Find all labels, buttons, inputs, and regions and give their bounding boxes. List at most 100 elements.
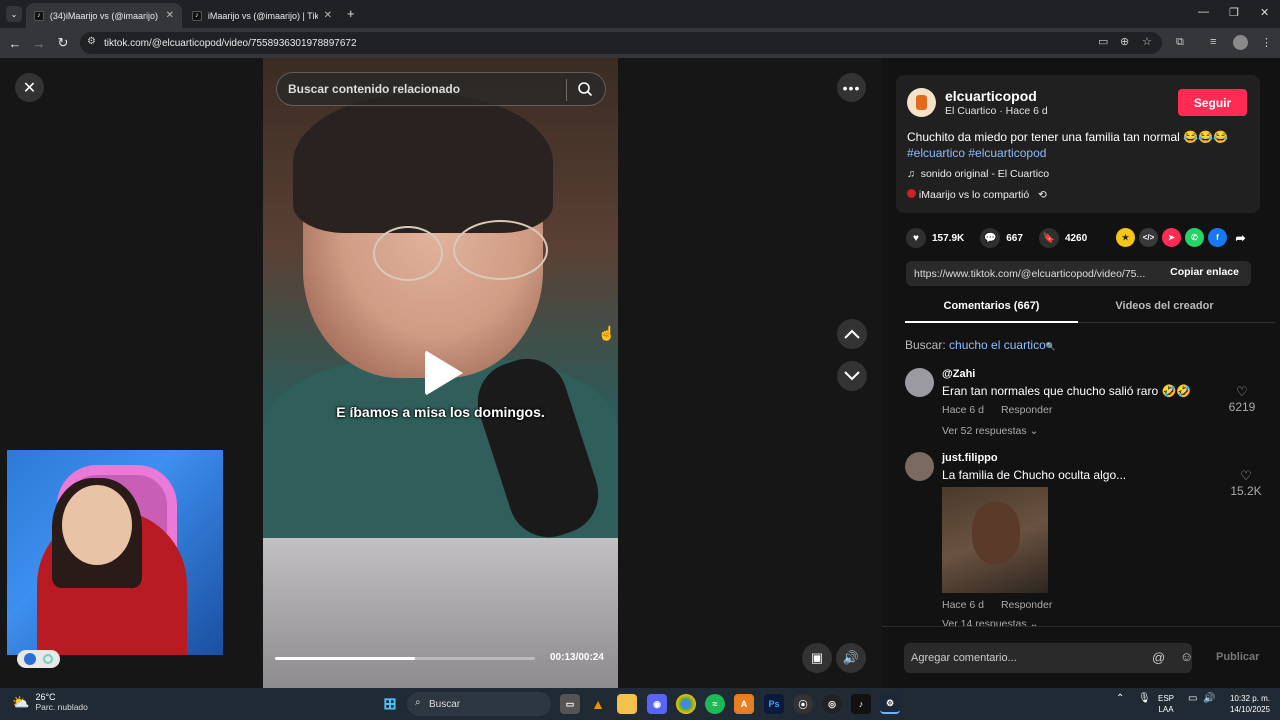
- comment-like[interactable]: ♡ 15.2K: [1229, 468, 1263, 498]
- view-replies-button[interactable]: Ver 52 respuestas ⌄: [942, 425, 1038, 437]
- bookmark-icon[interactable]: 🔖: [1038, 228, 1059, 248]
- obs-icon[interactable]: ◎: [822, 694, 842, 714]
- comment-gif-image[interactable]: [942, 487, 1048, 593]
- back-icon[interactable]: ←: [3, 31, 27, 55]
- weather-widget[interactable]: ⛅ 26°C Parc. nublado: [12, 692, 88, 712]
- video-progress-bar[interactable]: [275, 657, 535, 660]
- mention-icon[interactable]: @: [1152, 650, 1165, 665]
- follow-button[interactable]: Seguir: [1178, 89, 1247, 116]
- comment-avatar[interactable]: [905, 368, 934, 397]
- app-icon[interactable]: ⦿: [793, 694, 813, 714]
- chrome-icon[interactable]: [676, 694, 696, 714]
- tab-creator-videos[interactable]: Videos del creador: [1078, 300, 1251, 312]
- url-field[interactable]: ⚙ tiktok.com/@elcuarticopod/video/755893…: [80, 32, 1162, 54]
- embed-icon[interactable]: </>: [1139, 228, 1158, 247]
- menu-icon[interactable]: ⋮: [1261, 36, 1272, 49]
- zoom-icon[interactable]: ⊕: [1120, 35, 1129, 48]
- more-options-button[interactable]: •••: [837, 73, 866, 102]
- weather-desc: Parc. nublado: [35, 702, 88, 712]
- profile-avatar[interactable]: [1233, 35, 1248, 50]
- spotify-icon[interactable]: ≈: [705, 694, 725, 714]
- share-arrow-icon[interactable]: ➦: [1231, 228, 1250, 247]
- app-icon[interactable]: A: [734, 694, 754, 714]
- friends-share-icon[interactable]: ★: [1116, 228, 1135, 247]
- search-icon: ⌕: [415, 697, 421, 708]
- creator-username[interactable]: elcuarticopod: [945, 88, 1037, 104]
- comment-age: Hace 6 d: [942, 599, 985, 611]
- new-tab-button[interactable]: +: [347, 6, 355, 21]
- photoshop-icon[interactable]: Ps: [764, 694, 784, 714]
- comment-item: just.filippo La familia de Chucho oculta…: [905, 452, 1275, 632]
- reply-button[interactable]: Responder: [1001, 599, 1052, 611]
- music-note-icon: ♫: [907, 168, 915, 180]
- facebook-icon[interactable]: f: [1208, 228, 1227, 247]
- search-suggestion-query[interactable]: chucho el cuartico: [949, 338, 1046, 352]
- sound-row[interactable]: ♫ sonido original - El Cuartico: [907, 168, 1049, 180]
- related-search-input[interactable]: Buscar contenido relacionado: [276, 72, 606, 106]
- comment-icon[interactable]: 💬: [980, 228, 1001, 248]
- reply-button[interactable]: Responder: [1001, 404, 1052, 416]
- clock[interactable]: 10:32 p. m. 14/10/2025: [1224, 693, 1270, 715]
- add-comment-input[interactable]: Agregar comentario... @ ☺: [904, 643, 1193, 673]
- address-bar: ← → ↻ ⚙ tiktok.com/@elcuarticopod/video/…: [0, 28, 1280, 58]
- next-video-button[interactable]: [837, 361, 867, 391]
- close-tab-icon[interactable]: ✕: [324, 10, 332, 21]
- tab-comments[interactable]: Comentarios (667): [905, 300, 1078, 323]
- search-suggestion[interactable]: Buscar: chucho el cuartico🔍: [905, 338, 1056, 352]
- language-indicator[interactable]: ESP LAA: [1158, 693, 1174, 715]
- search-icon: 🔍: [1045, 342, 1056, 351]
- start-windows-icon[interactable]: ⊞: [380, 694, 400, 714]
- close-video-button[interactable]: ✕: [15, 73, 44, 102]
- vlc-icon[interactable]: ▲: [588, 694, 608, 714]
- tiktok-icon[interactable]: ♪: [851, 694, 871, 714]
- cast-icon[interactable]: ▭: [1098, 35, 1108, 48]
- creator-submeta: El Cuartico · Hace 6 d: [945, 105, 1048, 117]
- volume-button[interactable]: 🔊: [836, 643, 866, 673]
- search-icon[interactable]: [577, 81, 593, 97]
- site-info-icon[interactable]: ⚙: [87, 36, 96, 47]
- file-explorer-icon[interactable]: [617, 694, 637, 714]
- share-icons: ★ </> ➤ ✆ f ➦: [1116, 228, 1250, 247]
- comment-like[interactable]: ♡ 6219: [1225, 384, 1259, 414]
- heart-outline-icon: ♡: [1240, 468, 1252, 483]
- restore-icon[interactable]: ❐: [1229, 6, 1239, 19]
- tray-chevron-icon[interactable]: ⌃: [1116, 693, 1124, 704]
- extensions-icon[interactable]: ⧉: [1176, 36, 1184, 49]
- network-icon[interactable]: ▭: [1188, 693, 1197, 704]
- comment-avatar[interactable]: [905, 452, 934, 481]
- discord-icon[interactable]: ◉: [647, 694, 667, 714]
- minimize-icon[interactable]: —: [1198, 6, 1209, 18]
- tab-active[interactable]: ♪ (34)iMaarijo vs (@imaarijo) | Ti ✕: [26, 3, 182, 28]
- steam-icon[interactable]: ⚙: [880, 694, 900, 714]
- post-link-box[interactable]: https://www.tiktok.com/@elcuarticopod/vi…: [906, 261, 1251, 286]
- emoji-icon[interactable]: ☺: [1180, 649, 1193, 664]
- close-window-icon[interactable]: ✕: [1260, 6, 1269, 19]
- volume-icon[interactable]: 🔊: [1203, 693, 1215, 704]
- mic-icon[interactable]: 🎙: [1138, 693, 1151, 704]
- task-view-icon[interactable]: ▭: [560, 694, 580, 714]
- send-icon[interactable]: ➤: [1162, 228, 1181, 247]
- publish-button[interactable]: Publicar: [1216, 651, 1259, 663]
- floating-player-button[interactable]: ▣: [802, 643, 832, 673]
- play-icon[interactable]: [425, 350, 463, 396]
- heart-icon[interactable]: ♥: [906, 228, 926, 248]
- repost-icon: ⟲: [1037, 189, 1047, 201]
- bookmark-star-icon[interactable]: ☆: [1142, 35, 1152, 48]
- post-hashtags[interactable]: #elcuartico #elcuarticopod: [907, 146, 1046, 160]
- comment-username[interactable]: just.filippo: [942, 452, 998, 464]
- whatsapp-icon[interactable]: ✆: [1185, 228, 1204, 247]
- likes-count: 157.9K: [932, 232, 965, 244]
- creator-avatar[interactable]: [907, 88, 936, 117]
- copy-link-button[interactable]: Copiar enlace: [1170, 266, 1239, 278]
- forward-icon[interactable]: →: [27, 31, 51, 55]
- taskbar-search[interactable]: ⌕ Buscar: [407, 692, 551, 716]
- tab-list-button[interactable]: ⌄: [6, 6, 22, 22]
- tab-inactive[interactable]: ♪ iMaarijo vs (@imaarijo) | TikTok ✕: [184, 3, 340, 28]
- reload-icon[interactable]: ↻: [51, 31, 75, 55]
- shared-label: iMaarijo vs lo compartió: [918, 189, 1030, 201]
- add-comment-placeholder: Agregar comentario...: [911, 652, 1017, 664]
- previous-video-button[interactable]: [837, 319, 867, 349]
- comment-username[interactable]: @Zahi: [942, 368, 975, 380]
- media-icon[interactable]: ≡: [1210, 36, 1216, 48]
- close-tab-icon[interactable]: ✕: [166, 10, 174, 21]
